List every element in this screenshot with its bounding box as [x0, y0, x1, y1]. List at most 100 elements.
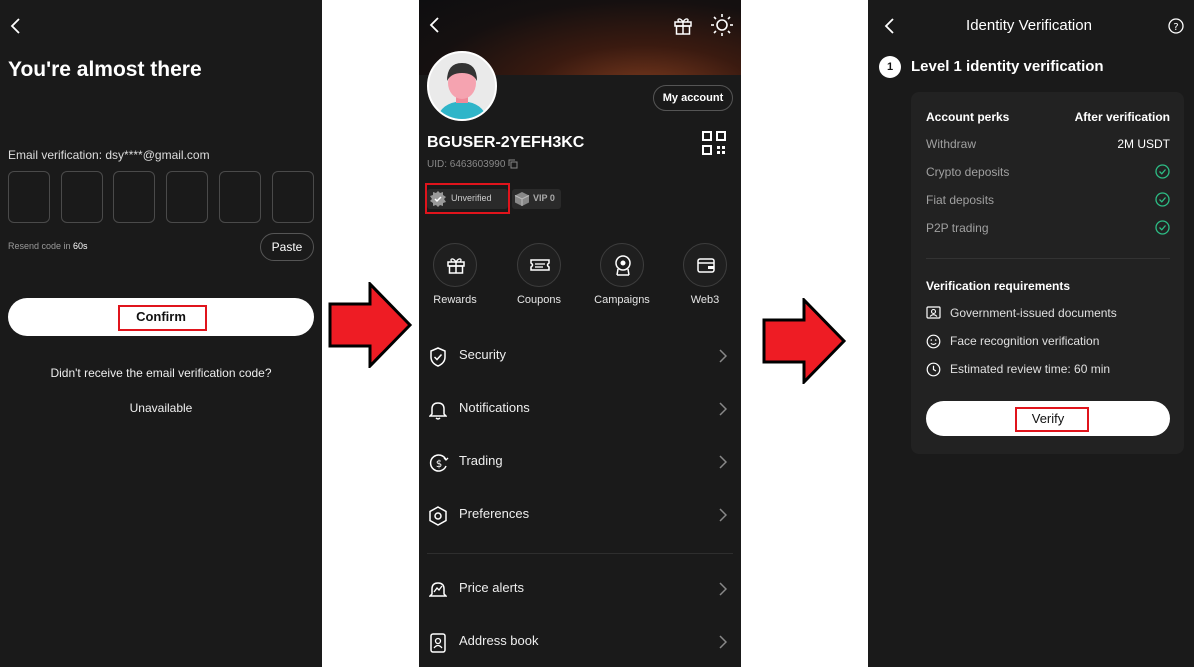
check-circle-icon [1155, 192, 1170, 207]
clock-icon [926, 362, 941, 377]
no-code-link[interactable]: Didn't receive the email verification co… [0, 366, 322, 380]
menu-label: Notifications [459, 400, 530, 415]
campaign-icon [615, 255, 631, 276]
menu-label: Price alerts [459, 580, 525, 595]
back-arrow-icon[interactable] [429, 16, 441, 34]
requirement-label: Face recognition verification [950, 334, 1100, 348]
theme-sun-icon[interactable] [710, 13, 734, 37]
page-title: Identity Verification [966, 17, 1092, 34]
action-label: Rewards [433, 294, 477, 306]
divider [926, 258, 1170, 259]
highlight-box [118, 305, 207, 331]
code-digit-input[interactable] [272, 171, 314, 223]
back-arrow-icon[interactable] [10, 17, 22, 35]
page-title: You're almost there [8, 58, 202, 81]
id-card-icon [926, 306, 941, 319]
perk-label: Withdraw [926, 137, 977, 151]
action-label: Web3 [690, 294, 720, 306]
divider [427, 553, 733, 554]
code-digit-input[interactable] [166, 171, 208, 223]
menu-item-preferences[interactable]: Preferences [419, 496, 741, 536]
shield-icon [430, 347, 446, 367]
svg-text:$: $ [436, 459, 442, 470]
after-verification-header: After verification [1074, 110, 1170, 124]
step-title: Level 1 identity verification [911, 58, 1104, 75]
gift-icon [447, 258, 465, 274]
right-arrow-icon [762, 298, 847, 384]
qr-code-icon[interactable] [702, 131, 726, 155]
menu-label: Trading [459, 453, 503, 468]
action-label: Campaigns [594, 294, 650, 306]
highlight-box [425, 183, 510, 214]
paste-button[interactable]: Paste [260, 233, 314, 261]
email-verification-screen: You're almost there Email verification: … [0, 0, 322, 667]
profile-screen: My account BGUSER-2YEFH3KC UID: 64636039… [419, 0, 741, 667]
action-label: Coupons [516, 294, 562, 306]
check-circle-icon [1155, 164, 1170, 179]
alert-bell-icon [429, 582, 447, 597]
perk-value: 2M USDT [1117, 137, 1170, 151]
help-icon[interactable]: ? [1168, 18, 1184, 34]
chevron-right-icon [719, 635, 727, 649]
username: BGUSER-2YEFH3KC [427, 134, 585, 151]
action-circle [433, 243, 477, 287]
chevron-right-icon [719, 508, 727, 522]
vip-badge[interactable]: VIP 0 [512, 189, 561, 209]
unavailable-link[interactable]: Unavailable [0, 401, 322, 415]
resend-timer: Resend code in 60s [8, 241, 88, 251]
menu-item-security[interactable]: Security [419, 337, 741, 377]
requirements-header: Verification requirements [926, 279, 1071, 293]
chevron-right-icon [719, 455, 727, 469]
coupon-icon [530, 259, 550, 271]
copy-icon[interactable] [508, 159, 518, 169]
chevron-right-icon [719, 582, 727, 596]
code-digit-input[interactable] [8, 171, 50, 223]
action-circle [517, 243, 561, 287]
perk-row: Fiat deposits [926, 192, 1170, 207]
perks-header: Account perks [926, 110, 1010, 124]
uid-value: UID: 6463603990 [427, 159, 506, 170]
chevron-right-icon [719, 349, 727, 363]
resend-prefix: Resend code in [8, 241, 74, 251]
action-circle [683, 243, 727, 287]
code-digit-input[interactable] [219, 171, 261, 223]
gift-icon[interactable] [672, 14, 694, 36]
chevron-right-icon [719, 402, 727, 416]
menu-item-notifications[interactable]: Notifications [419, 390, 741, 430]
resend-seconds: 60s [73, 241, 88, 251]
perk-label: P2P trading [926, 221, 989, 235]
step-number-badge: 1 [879, 56, 901, 78]
perk-row: P2P trading [926, 220, 1170, 235]
vip-label: VIP 0 [533, 193, 555, 203]
avatar[interactable] [427, 51, 497, 121]
face-icon [926, 334, 941, 349]
menu-item-price-alerts[interactable]: Price alerts [419, 570, 741, 610]
menu-label: Address book [459, 633, 539, 648]
bell-icon [429, 402, 447, 420]
perk-row: Withdraw 2M USDT [926, 137, 1170, 151]
code-digit-input[interactable] [113, 171, 155, 223]
code-digit-input[interactable] [61, 171, 103, 223]
requirement-label: Estimated review time: 60 min [950, 362, 1111, 376]
svg-text:?: ? [1173, 22, 1178, 33]
dollar-icon: $ [429, 454, 449, 472]
email-verification-label: Email verification: dsy****@gmail.com [8, 148, 210, 162]
perk-label: Crypto deposits [926, 165, 1010, 179]
my-account-button[interactable]: My account [653, 85, 733, 111]
requirement-label: Government-issued documents [950, 306, 1117, 320]
perk-label: Fiat deposits [926, 193, 995, 207]
address-book-icon [430, 633, 446, 653]
check-circle-icon [1155, 220, 1170, 235]
hexagon-icon [429, 506, 447, 526]
menu-label: Preferences [459, 506, 530, 521]
menu-item-trading[interactable]: $ Trading [419, 443, 741, 483]
vip-cube-icon [514, 192, 530, 206]
action-circle [600, 243, 644, 287]
uid-text: UID: 6463603990 [427, 159, 518, 170]
wallet-icon [697, 258, 715, 273]
perk-row: Crypto deposits [926, 164, 1170, 179]
menu-label: Security [459, 347, 506, 362]
menu-item-address-book[interactable]: Address book [419, 623, 741, 663]
verification-card: Account perks After verification Withdra… [911, 92, 1184, 454]
right-arrow-icon [328, 282, 413, 368]
